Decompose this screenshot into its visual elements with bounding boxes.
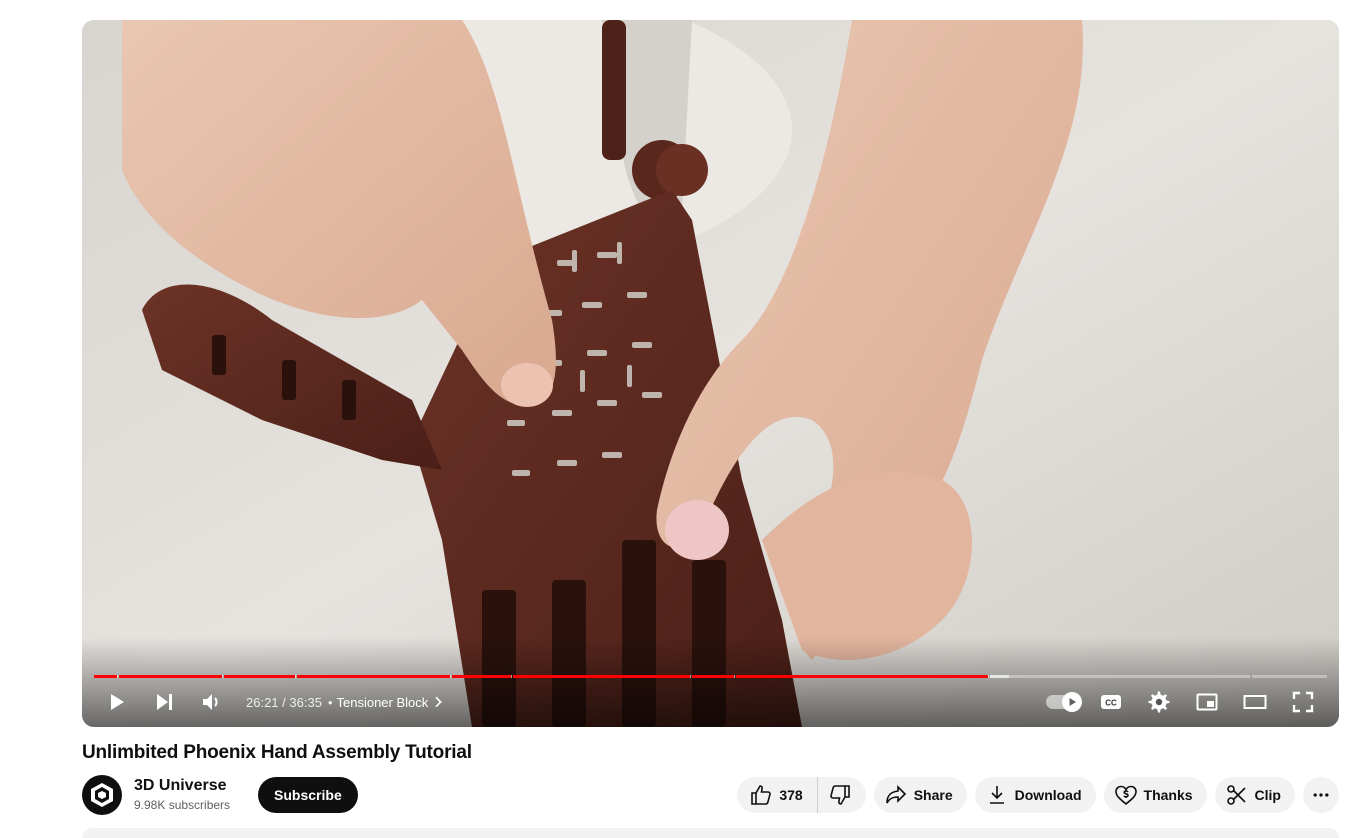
dislike-button[interactable] (818, 777, 866, 813)
progress-played (513, 675, 690, 678)
video-player[interactable]: 26:21 / 36:35 • Tensioner Block CC (82, 20, 1339, 727)
channel-owner: 3D Universe 9.98K subscribers Subscribe (82, 775, 358, 815)
download-button[interactable]: Download (974, 777, 1096, 813)
share-icon (885, 785, 906, 804)
autoplay-play-icon (1069, 698, 1076, 706)
player-controls: 26:21 / 36:35 • Tensioner Block CC (82, 682, 1339, 722)
progress-chapter-segment[interactable] (118, 675, 224, 678)
thanks-heart-dollar-icon (1114, 785, 1137, 806)
progress-played (735, 675, 988, 678)
progress-played (94, 675, 117, 678)
progress-bar[interactable] (94, 675, 1327, 679)
3d-universe-logo-icon (91, 783, 113, 807)
volume-icon (203, 694, 218, 710)
action-bar: 378 Share Download Thanks Clip (729, 777, 1339, 813)
more-horizontal-icon (1313, 793, 1329, 797)
theater-button[interactable] (1231, 682, 1279, 722)
progress-chapter-segment[interactable] (297, 675, 451, 678)
thanks-button[interactable]: Thanks (1103, 777, 1207, 813)
captions-icon: CC (1101, 695, 1121, 709)
thumbs-down-icon (829, 785, 850, 805)
settings-button[interactable] (1135, 682, 1183, 722)
clip-button[interactable]: Clip (1214, 777, 1295, 813)
share-label: Share (913, 787, 953, 803)
subscriber-count: 9.98K subscribers (134, 798, 231, 812)
progress-played (297, 675, 450, 678)
progress-chapter-segment[interactable] (513, 675, 691, 678)
download-icon (989, 786, 1004, 804)
miniplayer-button[interactable] (1183, 682, 1231, 722)
svg-text:CC: CC (1105, 699, 1117, 708)
theater-mode-icon (1243, 695, 1267, 709)
fullscreen-button[interactable] (1279, 682, 1327, 722)
share-button[interactable]: Share (873, 777, 967, 813)
fullscreen-icon (1292, 691, 1314, 713)
scissors-icon (1226, 785, 1246, 805)
like-count: 378 (779, 787, 803, 803)
progress-chapter-segment[interactable] (224, 675, 297, 678)
autoplay-toggle[interactable] (1039, 682, 1087, 722)
like-button[interactable]: 378 (737, 777, 818, 813)
next-icon (157, 694, 172, 710)
play-icon (111, 694, 124, 710)
chapter-bullet: • (327, 694, 333, 710)
progress-played (691, 675, 734, 678)
clip-label: Clip (1254, 787, 1281, 803)
captions-button[interactable]: CC (1087, 682, 1135, 722)
progress-chapter-segment[interactable] (735, 675, 989, 678)
time-display: 26:21 / 36:35 • Tensioner Block (246, 694, 446, 710)
like-dislike-group: 378 (737, 777, 866, 813)
more-actions-button[interactable] (1303, 777, 1339, 813)
thanks-label: Thanks (1143, 787, 1193, 803)
thumbs-up-icon (751, 785, 772, 805)
progress-chapter-segment[interactable] (691, 675, 735, 678)
progress-buffered (989, 675, 1010, 678)
progress-chapter-segment[interactable] (451, 675, 513, 678)
progress-chapter-segment[interactable] (94, 675, 118, 678)
settings-gear-icon (1148, 691, 1170, 713)
mute-button[interactable] (188, 682, 236, 722)
play-button[interactable] (92, 682, 140, 722)
progress-chapter-segment[interactable] (989, 675, 1250, 678)
progress-played (118, 675, 223, 678)
progress-played (224, 675, 296, 678)
video-title: Unlimbited Phoenix Hand Assembly Tutoria… (82, 742, 472, 763)
video-still-image (82, 20, 1339, 727)
time-separator: / (278, 694, 290, 710)
duration: 36:35 (289, 694, 322, 710)
channel-name[interactable]: 3D Universe (134, 776, 230, 796)
description-box[interactable] (82, 828, 1339, 838)
chapter-title: Tensioner Block (336, 694, 429, 710)
channel-avatar[interactable] (82, 775, 122, 815)
subscribe-button[interactable]: Subscribe (258, 777, 358, 813)
chevron-right-icon (435, 696, 443, 708)
progress-played (451, 675, 512, 678)
next-button[interactable] (140, 682, 188, 722)
download-label: Download (1014, 787, 1082, 803)
current-time: 26:21 (246, 694, 279, 710)
video-frame[interactable] (82, 20, 1339, 727)
chapter-button[interactable]: Tensioner Block (337, 694, 447, 710)
progress-chapter-segment[interactable] (1251, 675, 1327, 678)
miniplayer-icon (1196, 693, 1218, 711)
